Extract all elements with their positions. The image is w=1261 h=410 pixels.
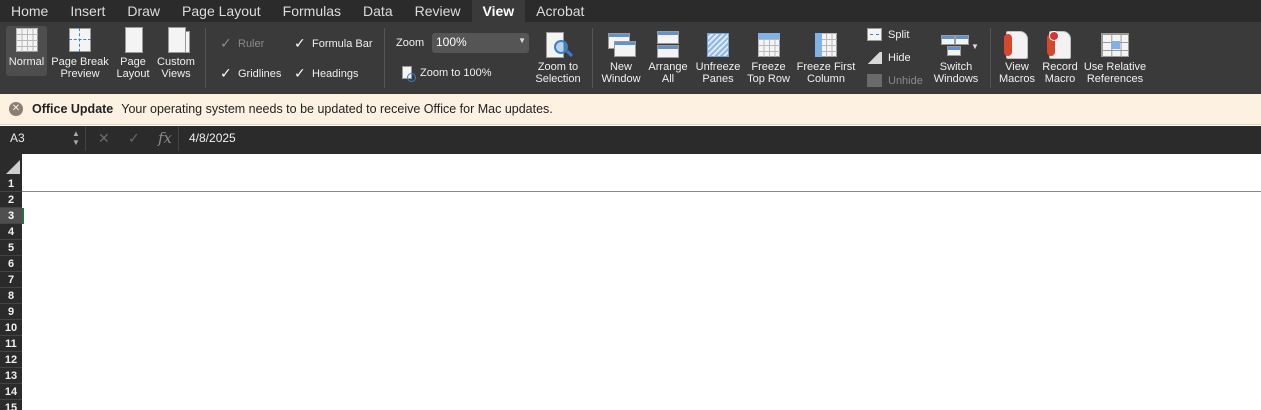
row-header[interactable]: 13 bbox=[0, 368, 22, 384]
ribbon-separator bbox=[205, 28, 206, 88]
row-divider bbox=[22, 191, 1261, 192]
view-macros-button[interactable]: View Macros bbox=[996, 31, 1038, 85]
row-header[interactable]: 9 bbox=[0, 304, 22, 320]
row-header[interactable]: 10 bbox=[0, 320, 22, 336]
unhide-window-button[interactable]: Unhide bbox=[867, 74, 923, 87]
row-header[interactable]: 15 bbox=[0, 400, 22, 410]
update-title: Office Update bbox=[32, 102, 114, 116]
magnifier-icon bbox=[543, 31, 574, 59]
row-header[interactable]: 11 bbox=[0, 336, 22, 352]
page-layout-view-button[interactable]: Page Layout bbox=[114, 26, 152, 80]
close-circle-icon[interactable]: ✕ bbox=[9, 102, 23, 116]
row-header[interactable]: 7 bbox=[0, 272, 22, 288]
unhide-icon bbox=[867, 74, 882, 87]
tab-data[interactable]: Data bbox=[352, 0, 404, 22]
new-window-button[interactable]: New Window bbox=[598, 31, 644, 85]
tab-insert[interactable]: Insert bbox=[59, 0, 116, 22]
normal-view-button[interactable]: Normal bbox=[6, 26, 47, 76]
headings-checkbox[interactable]: ✓ Headings bbox=[294, 65, 358, 82]
update-message: Your operating system needs to be update… bbox=[121, 102, 553, 116]
row-header[interactable]: 1 bbox=[0, 176, 22, 192]
tab-review[interactable]: Review bbox=[404, 0, 472, 22]
ribbon-tab-bar: Home Insert Draw Page Layout Formulas Da… bbox=[0, 0, 1261, 22]
office-update-banner: ✕ Office Update Your operating system ne… bbox=[0, 94, 1261, 125]
ribbon-separator bbox=[990, 28, 991, 88]
tab-home[interactable]: Home bbox=[0, 0, 59, 22]
row-header[interactable]: 12 bbox=[0, 352, 22, 368]
freeze-first-column-button[interactable]: Freeze First Column bbox=[795, 31, 857, 85]
enter-icon[interactable]: ✓ bbox=[128, 126, 140, 151]
page-layout-icon bbox=[118, 26, 148, 54]
arrange-all-icon bbox=[653, 31, 683, 59]
split-icon bbox=[867, 28, 882, 41]
ruler-checkbox[interactable]: ✓ Ruler bbox=[220, 35, 264, 52]
cancel-icon[interactable]: ✕ bbox=[98, 126, 110, 151]
page-break-icon bbox=[65, 26, 95, 54]
ribbon-view: Normal Page Break Preview Page Layout Cu… bbox=[0, 22, 1261, 94]
record-macro-button[interactable]: Record Macro bbox=[1040, 31, 1080, 85]
freeze-first-column-icon bbox=[811, 31, 841, 59]
name-box-stepper-icon[interactable]: ▲ ▼ bbox=[72, 129, 80, 147]
record-macro-icon bbox=[1045, 31, 1075, 59]
zoom-label: Zoom bbox=[396, 37, 425, 49]
row-headers: 1 2 3 4 5 6 7 8 9 10 11 12 13 14 15 bbox=[0, 176, 22, 410]
select-all-corner[interactable] bbox=[0, 154, 22, 176]
gridlines-checkbox[interactable]: ✓ Gridlines bbox=[220, 65, 281, 82]
tab-acrobat[interactable]: Acrobat bbox=[525, 0, 595, 22]
freeze-top-row-icon bbox=[754, 31, 784, 59]
zoom-page-icon bbox=[402, 66, 416, 82]
unfreeze-panes-icon bbox=[703, 31, 733, 59]
active-cell-marker bbox=[22, 208, 24, 224]
unfreeze-panes-button[interactable]: Unfreeze Panes bbox=[693, 31, 743, 85]
hide-icon bbox=[867, 51, 882, 64]
tab-page-layout[interactable]: Page Layout bbox=[171, 0, 272, 22]
switch-windows-icon bbox=[941, 31, 971, 59]
new-window-icon bbox=[606, 31, 636, 59]
zoom-select[interactable]: 100% ▼ bbox=[432, 33, 529, 53]
row-header[interactable]: 3 bbox=[0, 208, 22, 224]
insert-function-icon[interactable]: fx bbox=[158, 126, 172, 151]
row-header[interactable]: 2 bbox=[0, 192, 22, 208]
ribbon-separator bbox=[592, 28, 593, 88]
row-header[interactable]: 14 bbox=[0, 384, 22, 400]
hide-window-button[interactable]: Hide bbox=[867, 51, 911, 64]
tab-draw[interactable]: Draw bbox=[116, 0, 171, 22]
arrange-all-button[interactable]: Arrange All bbox=[646, 31, 690, 85]
use-relative-references-button[interactable]: Use Relative References bbox=[1083, 31, 1147, 85]
page-break-preview-button[interactable]: Page Break Preview bbox=[50, 26, 110, 80]
zoom-to-100-button[interactable]: Zoom to 100% bbox=[402, 66, 492, 82]
normal-view-icon bbox=[12, 26, 42, 54]
checkmark-icon: ✓ bbox=[294, 65, 306, 81]
split-button[interactable]: Split bbox=[867, 28, 909, 41]
chevron-down-icon[interactable]: ▼ bbox=[518, 36, 526, 45]
macro-scroll-icon bbox=[1002, 31, 1032, 59]
custom-views-icon bbox=[161, 26, 191, 54]
sheet-top-border bbox=[0, 151, 1261, 154]
checkmark-icon: ✓ bbox=[220, 65, 232, 81]
row-header[interactable]: 8 bbox=[0, 288, 22, 304]
ribbon-separator bbox=[384, 28, 385, 88]
formula-bar: A3 ▲ ▼ ✕ ✓ fx 4/8/2025 bbox=[0, 126, 1261, 151]
freeze-top-row-button[interactable]: Freeze Top Row bbox=[745, 31, 792, 85]
formula-bar-checkbox[interactable]: ✓ Formula Bar bbox=[294, 35, 373, 52]
formula-input[interactable]: 4/8/2025 bbox=[178, 126, 1261, 151]
relative-references-icon bbox=[1100, 31, 1130, 59]
tab-view[interactable]: View bbox=[471, 0, 526, 22]
row-header[interactable]: 5 bbox=[0, 240, 22, 256]
row-header[interactable]: 4 bbox=[0, 224, 22, 240]
checkmark-icon: ✓ bbox=[294, 35, 306, 51]
chevron-down-icon[interactable]: ▼ bbox=[971, 42, 979, 51]
tab-formulas[interactable]: Formulas bbox=[272, 0, 352, 22]
checkmark-icon: ✓ bbox=[220, 35, 232, 51]
row-header[interactable]: 6 bbox=[0, 256, 22, 272]
switch-windows-button[interactable]: Switch Windows bbox=[932, 31, 980, 85]
zoom-to-selection-button[interactable]: Zoom to Selection bbox=[532, 31, 584, 85]
custom-views-button[interactable]: Custom Views bbox=[155, 26, 197, 80]
